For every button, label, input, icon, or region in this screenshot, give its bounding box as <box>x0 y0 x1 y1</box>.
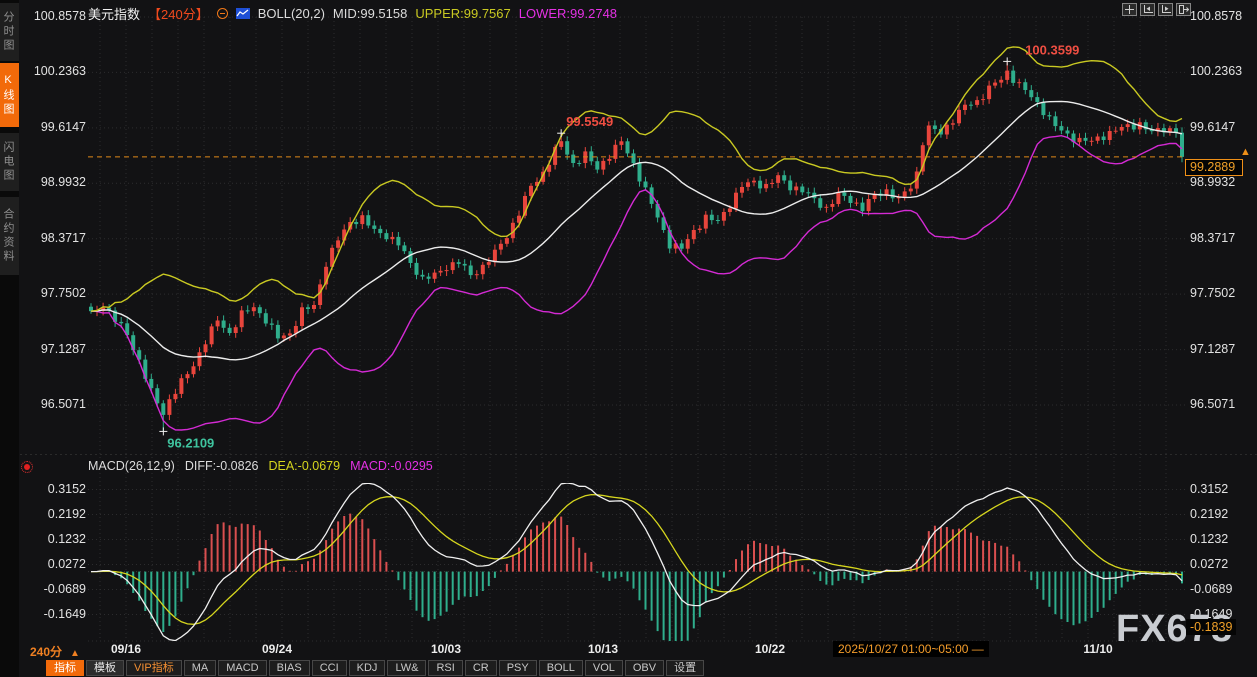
zoom-out-axis-icon[interactable] <box>1140 3 1155 16</box>
sidebar-tab-contract-info[interactable]: 合约资料 <box>0 197 19 275</box>
boll-indicator-label: BOLL(20,2) <box>257 5 325 21</box>
macd-axis-left: 0.3152 0.2192 0.1232 0.0272 -0.0689 -0.1649 <box>20 0 86 660</box>
toolbar-button-KDJ[interactable]: KDJ <box>348 660 386 676</box>
toolbar-button-VOL[interactable]: VOL <box>584 660 623 676</box>
price-annotation: 99.5549 <box>566 114 613 129</box>
toolbar-button-CR[interactable]: CR <box>464 660 497 676</box>
pane-expand-icon[interactable] <box>1176 3 1191 16</box>
xaxis-date-label: 09/16 <box>110 642 142 656</box>
trading-app-window: 96.2109 99.5549 100.3599 分时图 K线图 闪电图 合约资料 … <box>0 0 1257 677</box>
macd-header: MACD(26,12,9) DIFF:-0.0826 DEA:-0.0679 M… <box>88 459 433 473</box>
period-up-arrow-icon: ▲ <box>70 648 80 659</box>
period-label[interactable]: 【240分】 <box>148 4 209 23</box>
toolbar-button-MACD[interactable]: MACD <box>218 660 267 676</box>
crosshair-icon[interactable] <box>1122 3 1137 16</box>
toolbar-button-CCI[interactable]: CCI <box>311 660 347 676</box>
toolbar-button-指标[interactable]: 指标 <box>46 660 84 676</box>
xaxis-date-label: 09/24 <box>261 642 293 656</box>
boll-lower-value: LOWER:99.2748 <box>518 5 618 21</box>
xaxis-date-label: 10/13 <box>587 642 619 656</box>
axis-tick-label: -0.0689 <box>1190 581 1233 596</box>
macd-settings-icon[interactable] <box>21 461 33 473</box>
axis-tick-label: 0.1232 <box>47 531 86 546</box>
axis-tick-label: -0.1649 <box>43 606 86 621</box>
axis-tick-label: 0.2192 <box>1190 506 1229 521</box>
axis-tick-label: -0.0689 <box>43 581 86 596</box>
axis-tick-label: 0.2192 <box>47 506 86 521</box>
axis-tick-label: 0.3152 <box>1190 481 1229 496</box>
axis-tick-label: 0.3152 <box>47 481 86 496</box>
axis-tick-label: 0.0272 <box>1190 556 1229 571</box>
price-annotation: 100.3599 <box>1025 42 1079 57</box>
axis-tick-label: 0.1232 <box>1190 531 1229 546</box>
toolbar-button-VIP指标[interactable]: VIP指标 <box>126 660 182 676</box>
symbol-name: 美元指数 <box>88 6 141 22</box>
xaxis-date-label: 11/10 <box>1083 642 1113 656</box>
zoom-in-axis-icon[interactable] <box>1158 3 1173 16</box>
xaxis-period-selector[interactable]: 240分 ▲ <box>30 643 80 660</box>
sidebar-tab-flash-chart[interactable]: 闪电图 <box>0 133 19 191</box>
indicator-toolbar: 指标 模板 VIP指标 MA MACD BIAS CCI KDJ LW& RSI CR PSY BOLL… <box>46 660 706 677</box>
macd-current-badge: -0.1839 <box>1186 619 1237 635</box>
boll-mid-value: MID:99.5158 <box>332 5 408 21</box>
axis-tick-label: 0.0272 <box>47 556 86 571</box>
candlestick-chart-icon[interactable] <box>235 7 250 19</box>
macd-indicator-label: MACD(26,12,9) <box>88 459 175 473</box>
macd-axis-right: 0.3152 0.2192 0.1232 0.0272 -0.0689 -0.1649 <box>1190 0 1256 660</box>
left-sidebar: 分时图 K线图 闪电图 合约资料 <box>0 0 19 677</box>
price-up-arrow-icon: ▲ <box>1240 146 1251 158</box>
toolbar-button-BOLL[interactable]: BOLL <box>538 660 583 676</box>
toolbar-button-RSI[interactable]: RSI <box>428 660 463 676</box>
minus-circle-icon[interactable] <box>216 7 228 19</box>
toolbar-button-MA[interactable]: MA <box>183 660 217 676</box>
xaxis-date-label: 10/03 <box>430 642 462 656</box>
highlighted-candle-datetime: 2025/10/27 01:00~05:00 — <box>833 641 989 657</box>
current-price-badge: 99.2889 <box>1185 159 1243 176</box>
macd-hist-value: MACD:-0.0295 <box>350 459 433 473</box>
macd-diff-value: DIFF:-0.0826 <box>184 459 259 473</box>
toolbar-button-LW&[interactable]: LW& <box>387 660 427 676</box>
boll-upper-value: UPPER:99.7567 <box>415 5 511 21</box>
toolbar-button-OBV[interactable]: OBV <box>624 660 665 676</box>
toolbar-button-模板[interactable]: 模板 <box>86 660 124 676</box>
sidebar-tab-kline-chart[interactable]: K线图 <box>0 63 19 127</box>
macd-dea-value: DEA:-0.0679 <box>268 459 341 473</box>
chart-control-buttons <box>1122 3 1191 16</box>
chart-plot-area[interactable]: 96.2109 99.5549 100.3599 <box>0 0 1257 665</box>
toolbar-button-设置[interactable]: 设置 <box>666 660 705 676</box>
xaxis-date-label: 10/22 <box>754 642 786 656</box>
toolbar-button-BIAS[interactable]: BIAS <box>268 660 310 676</box>
price-annotation: 96.2109 <box>167 435 214 450</box>
chart-header: 美元指数 【240分】 BOLL(20,2) MID:99.5158 UPPER… <box>88 4 618 23</box>
xaxis-period-label: 240分 <box>30 645 63 659</box>
toolbar-button-PSY[interactable]: PSY <box>498 660 537 676</box>
sidebar-tab-time-chart[interactable]: 分时图 <box>0 3 19 61</box>
